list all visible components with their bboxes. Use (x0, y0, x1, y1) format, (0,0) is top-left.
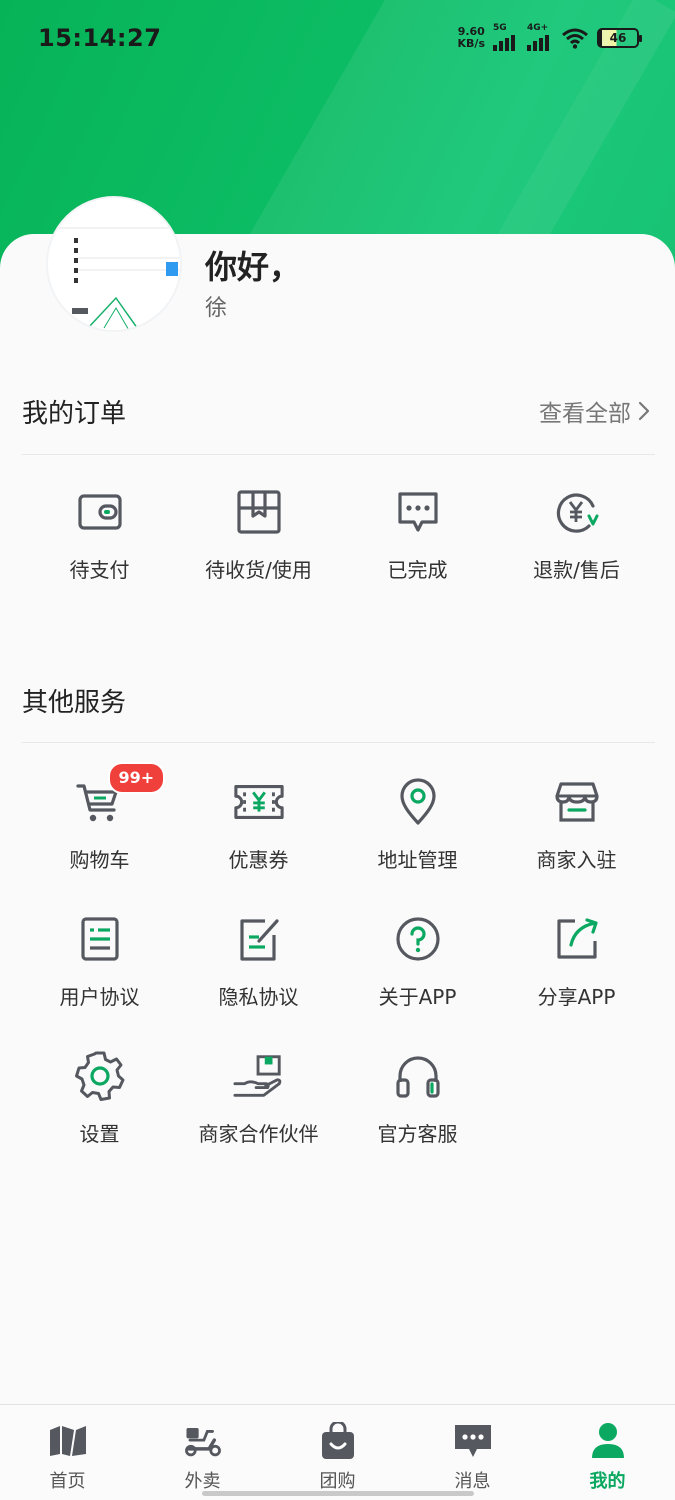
coupon-icon (233, 776, 285, 828)
tab-takeout[interactable]: 外卖 (135, 1405, 270, 1500)
signal-5g-icon: 5G (493, 23, 519, 51)
service-privacy[interactable]: 隐私协议 (179, 913, 338, 1010)
service-address[interactable]: 地址管理 (338, 776, 497, 873)
service-share[interactable]: 分享APP (497, 913, 656, 1010)
edit-document-icon (233, 913, 285, 965)
services-title: 其他服务 (22, 688, 127, 718)
shopping-bag-icon (318, 1421, 358, 1461)
divider (22, 742, 655, 743)
headset-icon (392, 1050, 444, 1102)
order-pending-receipt[interactable]: 待收货/使用 (179, 486, 338, 583)
package-icon (233, 486, 285, 538)
store-icon (551, 776, 603, 828)
status-bar: 15:14:27 9.60 KB/s 5G 4G+ 46 (0, 0, 675, 76)
service-user-agreement[interactable]: 用户协议 (20, 913, 179, 1010)
battery-icon: 46 (597, 28, 642, 48)
partner-hand-icon (232, 1050, 285, 1102)
message-icon (453, 1421, 493, 1461)
cart-icon: 99+ (74, 762, 166, 828)
share-icon (551, 913, 603, 965)
service-settings[interactable]: 设置 (20, 1050, 179, 1147)
user-icon (588, 1421, 628, 1461)
question-icon (392, 913, 444, 965)
network-speed: 9.60 KB/s (457, 25, 485, 50)
chat-done-icon (392, 486, 444, 538)
wifi-icon (562, 28, 588, 49)
refund-icon (551, 486, 603, 538)
bottom-tab-bar: 首页 外卖 团购 消息 我的 (0, 1404, 675, 1500)
username: 徐 (205, 296, 228, 321)
document-icon (74, 913, 126, 965)
gear-icon (74, 1050, 126, 1102)
divider (22, 454, 655, 455)
greeting-text: 你好， (205, 248, 302, 286)
tab-home[interactable]: 首页 (0, 1405, 135, 1500)
cart-badge: 99+ (107, 762, 166, 794)
location-icon (392, 776, 444, 828)
service-about[interactable]: 关于APP (338, 913, 497, 1010)
home-map-icon (48, 1421, 88, 1461)
service-cart[interactable]: 99+ 购物车 (20, 762, 179, 873)
wallet-icon (74, 486, 126, 538)
order-pending-payment[interactable]: 待支付 (20, 486, 179, 583)
avatar-image (48, 198, 180, 330)
signal-4g-icon: 4G+ (527, 23, 553, 51)
home-indicator[interactable] (202, 1491, 474, 1496)
avatar[interactable] (46, 196, 182, 332)
chevron-right-icon (638, 401, 650, 421)
order-refund[interactable]: 退款/售后 (497, 486, 656, 583)
orders-title: 我的订单 (22, 399, 127, 429)
service-merchant-join[interactable]: 商家入驻 (497, 776, 656, 873)
tab-group-buy[interactable]: 团购 (270, 1405, 405, 1500)
view-all-orders-link[interactable]: 查看全部 (539, 394, 651, 428)
service-coupon[interactable]: 优惠券 (179, 776, 338, 873)
tab-mine[interactable]: 我的 (540, 1405, 675, 1500)
order-completed[interactable]: 已完成 (338, 486, 497, 583)
status-indicators: 9.60 KB/s 5G 4G+ 46 (457, 23, 642, 51)
scooter-icon (183, 1421, 223, 1461)
tab-messages[interactable]: 消息 (405, 1405, 540, 1500)
service-customer-service[interactable]: 官方客服 (338, 1050, 497, 1147)
service-merchant-partner[interactable]: 商家合作伙伴 (179, 1050, 338, 1147)
status-time: 15:14:27 (38, 24, 162, 52)
